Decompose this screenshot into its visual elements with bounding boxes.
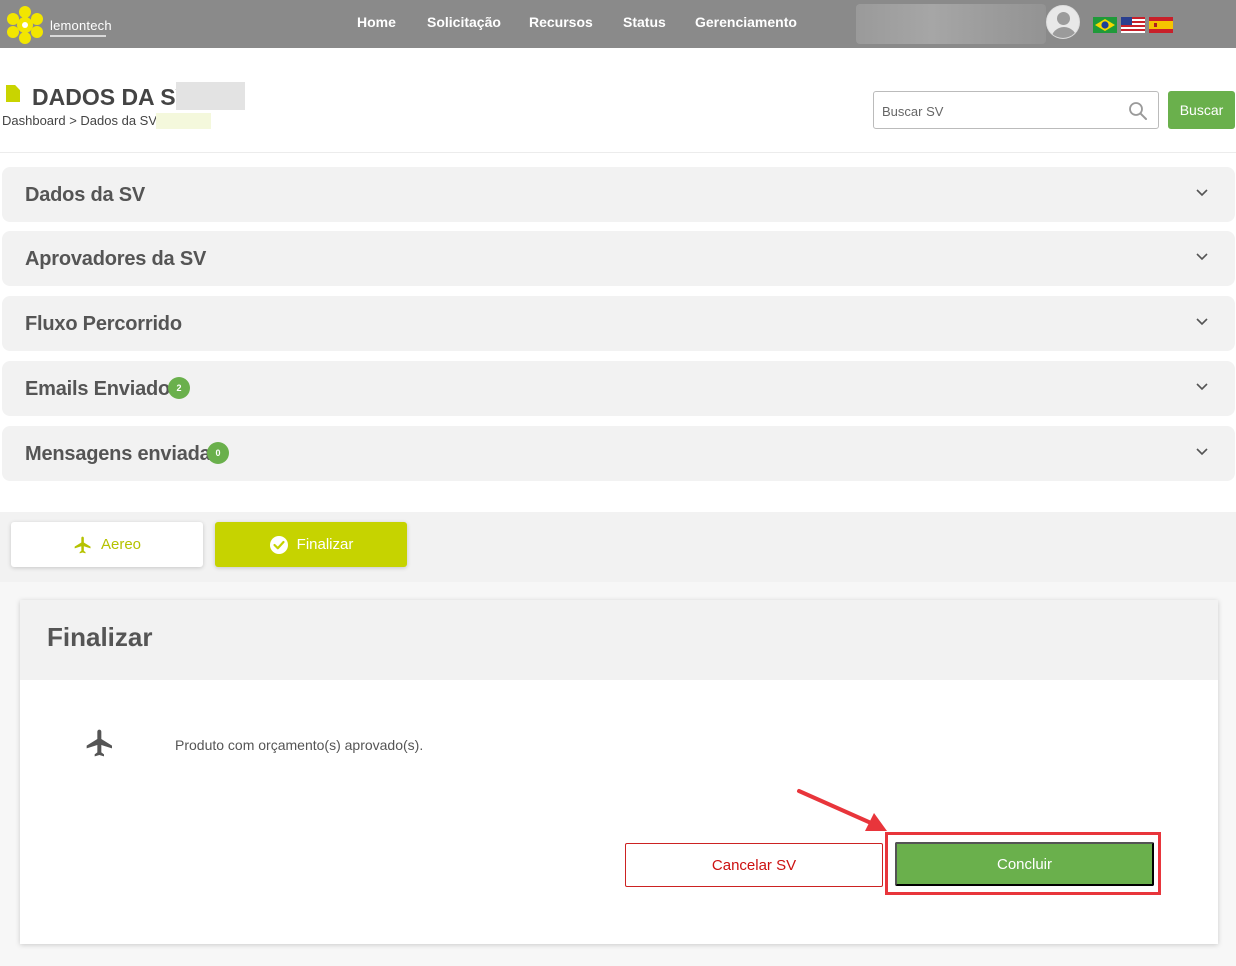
accordion-dados-da-sv[interactable]: Dados da SV [2,167,1235,222]
highlight-box [885,832,1161,895]
top-navbar: lemontech Home Solicitação Recursos Stat… [0,0,1236,48]
chevron-down-icon[interactable] [1195,249,1209,263]
nav-status[interactable]: Status [623,14,666,30]
chevron-down-icon[interactable] [1195,379,1209,393]
accordion-mensagens-enviadas[interactable]: Mensagens enviadas 0 [2,426,1235,481]
chevron-down-icon[interactable] [1195,314,1209,328]
accordion-title: Fluxo Percorrido [25,313,182,335]
brazil-flag-icon[interactable] [1093,17,1117,33]
breadcrumb: Dashboard > Dados da SV > [2,113,169,128]
tab-finalizar[interactable]: Finalizar [215,522,407,567]
search-box [873,91,1159,129]
brand-tagline [50,35,106,37]
breadcrumb-current-redacted [156,113,211,129]
accordion-title: Aprovadores da SV [25,248,207,270]
page-title: DADOS DA SV [32,84,191,110]
tab-aereo[interactable]: Aereo [11,522,203,567]
accordion-fluxo-percorrido[interactable]: Fluxo Percorrido [2,296,1235,351]
search-icon[interactable] [1128,101,1148,121]
accordion-title: Emails Enviados [25,378,181,400]
sv-number-redacted [176,82,245,110]
check-circle-icon [269,535,288,554]
brand-name: lemontech [50,18,112,33]
search-button[interactable]: Buscar [1168,91,1235,129]
tab-label: Aereo [100,536,142,553]
plane-icon [74,536,91,553]
product-status-text: Produto com orçamento(s) aprovado(s). [175,737,424,753]
annotation-arrow-icon [797,789,887,831]
cancel-sv-button[interactable]: Cancelar SV [625,843,883,887]
accordion-title: Mensagens enviadas [25,443,222,465]
lemontech-logo[interactable]: lemontech [6,6,112,44]
messages-count-badge: 0 [207,442,229,464]
nav-home[interactable]: Home [357,14,396,30]
user-avatar-icon[interactable] [1046,5,1080,39]
search-input[interactable] [882,101,1112,121]
lemon-logo-icon [7,6,43,44]
spain-flag-icon[interactable] [1149,17,1173,33]
plane-icon [86,729,112,757]
accordion-title: Dados da SV [25,184,146,206]
nav-gerenciamento[interactable]: Gerenciamento [695,14,797,30]
divider [0,152,1236,153]
nav-recursos[interactable]: Recursos [529,14,593,30]
user-info-redacted [856,4,1046,44]
tab-label: Finalizar [296,536,354,553]
document-icon [6,85,20,102]
usa-flag-icon[interactable] [1121,17,1145,33]
emails-count-badge: 2 [168,377,190,399]
chevron-down-icon[interactable] [1195,185,1209,199]
accordion-aprovadores[interactable]: Aprovadores da SV [2,231,1235,286]
accordion-emails-enviados[interactable]: Emails Enviados 2 [2,361,1235,416]
chevron-down-icon[interactable] [1195,444,1209,458]
finalize-card-header: Finalizar [20,600,1218,680]
finalize-title: Finalizar [47,622,153,652]
nav-solicitacao[interactable]: Solicitação [427,14,501,30]
